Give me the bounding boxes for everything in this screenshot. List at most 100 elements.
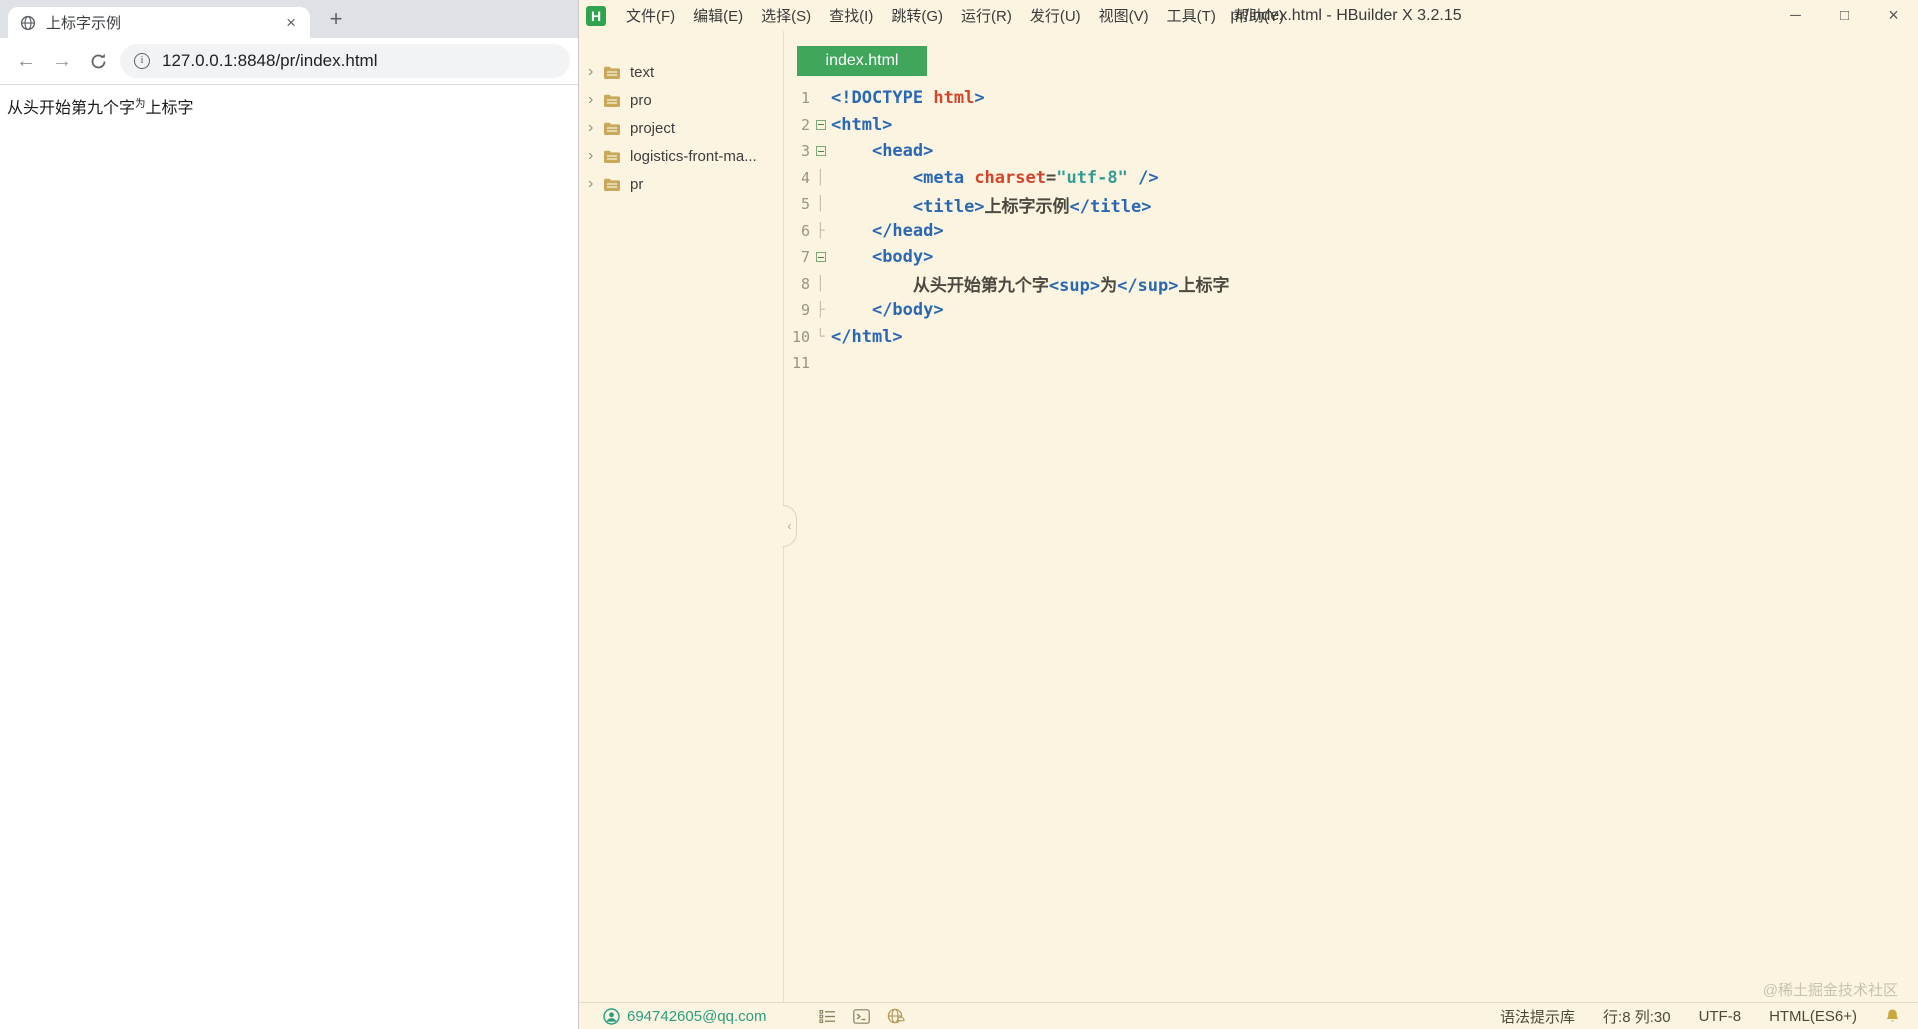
outline-list-icon[interactable]: [819, 1009, 836, 1024]
status-item[interactable]: UTF-8: [1699, 1008, 1742, 1025]
code-token: 上标字示例: [985, 197, 1070, 217]
code-line[interactable]: 7 <body>: [784, 244, 1918, 271]
menu-item[interactable]: 工具(T): [1158, 5, 1225, 26]
address-bar[interactable]: i 127.0.0.1:8848/pr/index.html: [120, 44, 570, 78]
page-text-before: 从头开始第九个字: [7, 100, 135, 117]
info-icon[interactable]: i: [134, 53, 150, 69]
folder-icon: [603, 177, 621, 192]
code-line[interactable]: 2<html>: [784, 112, 1918, 139]
web-globe-icon[interactable]: [887, 1008, 905, 1024]
fold-collapse-icon[interactable]: [810, 146, 831, 156]
status-bar: 694742605@qq.com 语法提示库 行:8 列:30 UTF-8 HTML(…: [579, 1002, 1918, 1029]
fold-marker: │: [810, 196, 831, 212]
status-item[interactable]: 语法提示库: [1500, 1006, 1575, 1027]
maximize-button[interactable]: □: [1820, 0, 1869, 31]
editor[interactable]: index.html 1<!DOCTYPE html>2<html>3 <hea…: [784, 31, 1918, 1002]
code-line[interactable]: 3 <head>: [784, 138, 1918, 165]
code-line[interactable]: 9├ </body>: [784, 297, 1918, 324]
hbuilder-window: H 文件(F)编辑(E)选择(S)查找(I)跳转(G)运行(R)发行(U)视图(…: [578, 0, 1918, 1029]
code-token: />: [1138, 168, 1158, 188]
code-token: <!DOCTYPE: [831, 88, 933, 108]
code-area[interactable]: 1<!DOCTYPE html>2<html>3 <head>4│ <meta …: [784, 85, 1918, 377]
code-line[interactable]: 1<!DOCTYPE html>: [784, 85, 1918, 112]
menu-item[interactable]: 发行(U): [1021, 5, 1090, 26]
code-line[interactable]: 6├ </head>: [784, 218, 1918, 245]
hbuilder-titlebar: H 文件(F)编辑(E)选择(S)查找(I)跳转(G)运行(R)发行(U)视图(…: [579, 0, 1918, 31]
tree-item-label: project: [630, 120, 675, 137]
tree-item[interactable]: ›text: [579, 58, 783, 86]
editor-tab[interactable]: index.html: [797, 46, 927, 76]
fold-collapse-icon[interactable]: [810, 120, 831, 130]
code-token: [831, 197, 913, 217]
terminal-icon[interactable]: [853, 1009, 870, 1024]
menu-item[interactable]: 跳转(G): [882, 5, 952, 26]
chevron-right-icon[interactable]: ›: [588, 92, 603, 108]
menu-item[interactable]: 运行(R): [952, 5, 1021, 26]
tree-item[interactable]: ›pro: [579, 86, 783, 114]
editor-tab-row: index.html: [784, 31, 1918, 85]
code-token: [831, 276, 913, 296]
status-item[interactable]: HTML(ES6+): [1769, 1008, 1857, 1025]
chevron-right-icon[interactable]: ›: [588, 148, 603, 164]
code-text: <meta charset="utf-8" />: [831, 168, 1159, 188]
browser-window: 上标字示例 × + ← → i 127.0.0.1:8848/pr/index.…: [0, 0, 578, 1029]
code-token: </body>: [872, 300, 944, 320]
bell-icon[interactable]: [1885, 1008, 1900, 1024]
tree-item[interactable]: › project: [579, 114, 783, 142]
project-explorer: ›text›pro›project›logistics-front-ma...›…: [579, 31, 784, 1002]
tree-item[interactable]: ›pr: [579, 170, 783, 198]
chevron-right-icon[interactable]: ›: [588, 176, 603, 192]
code-token: 为: [1100, 276, 1117, 296]
folder-icon: [603, 65, 621, 80]
tab-close-icon[interactable]: ×: [284, 14, 298, 31]
code-token: html: [933, 88, 974, 108]
code-line[interactable]: 4│ <meta charset="utf-8" />: [784, 165, 1918, 192]
menu-item[interactable]: 文件(F): [617, 5, 684, 26]
code-token: [831, 221, 872, 241]
forward-icon[interactable]: →: [44, 50, 80, 73]
status-item[interactable]: 行:8 列:30: [1603, 1006, 1671, 1027]
code-token: <meta: [913, 168, 974, 188]
back-icon[interactable]: ←: [8, 50, 44, 73]
fold-box-icon[interactable]: [816, 146, 826, 156]
fold-box-icon[interactable]: [816, 120, 826, 130]
folder-icon: [603, 93, 621, 108]
fold-box-icon[interactable]: [816, 252, 826, 262]
line-number: 2: [784, 116, 810, 134]
menu-item[interactable]: 视图(V): [1090, 5, 1158, 26]
line-number: 6: [784, 222, 810, 240]
folder-icon: [603, 121, 621, 136]
browser-tab[interactable]: 上标字示例 ×: [8, 7, 310, 38]
code-line[interactable]: 11: [784, 350, 1918, 377]
code-text: </body>: [831, 300, 944, 320]
fold-marker: └: [810, 329, 831, 345]
code-line[interactable]: 8│ 从头开始第九个字<sup>为</sup>上标字: [784, 271, 1918, 298]
code-token: [1128, 168, 1138, 188]
fold-marker: │: [810, 276, 831, 292]
code-token: [831, 141, 872, 161]
chevron-right-icon[interactable]: ›: [588, 120, 603, 136]
statusbar-account[interactable]: 694742605@qq.com: [603, 1008, 767, 1025]
menu-item[interactable]: 编辑(E): [684, 5, 752, 26]
reload-icon[interactable]: [80, 52, 116, 71]
menu-item[interactable]: 选择(S): [752, 5, 820, 26]
line-number: 11: [784, 354, 810, 372]
url-text[interactable]: 127.0.0.1:8848/pr/index.html: [162, 51, 377, 71]
line-number: 3: [784, 142, 810, 160]
code-token: [831, 247, 872, 267]
code-line[interactable]: 5│ <title>上标字示例</title>: [784, 191, 1918, 218]
account-email[interactable]: 694742605@qq.com: [627, 1008, 767, 1025]
close-button[interactable]: ×: [1869, 0, 1918, 31]
tree-item-label: logistics-front-ma...: [630, 148, 757, 165]
code-token: 上标字: [1179, 276, 1230, 296]
chevron-right-icon[interactable]: ›: [588, 64, 603, 80]
tree-item[interactable]: › logistics-front-ma...: [579, 142, 783, 170]
menu-bar: 文件(F)编辑(E)选择(S)查找(I)跳转(G)运行(R)发行(U)视图(V)…: [617, 5, 1293, 26]
fold-collapse-icon[interactable]: [810, 252, 831, 262]
menu-item[interactable]: 查找(I): [820, 5, 882, 26]
new-tab-button[interactable]: +: [322, 6, 350, 34]
code-text: <body>: [831, 247, 933, 267]
code-token: </html>: [831, 327, 903, 347]
code-line[interactable]: 10└</html>: [784, 324, 1918, 351]
minimize-button[interactable]: ─: [1771, 0, 1820, 31]
